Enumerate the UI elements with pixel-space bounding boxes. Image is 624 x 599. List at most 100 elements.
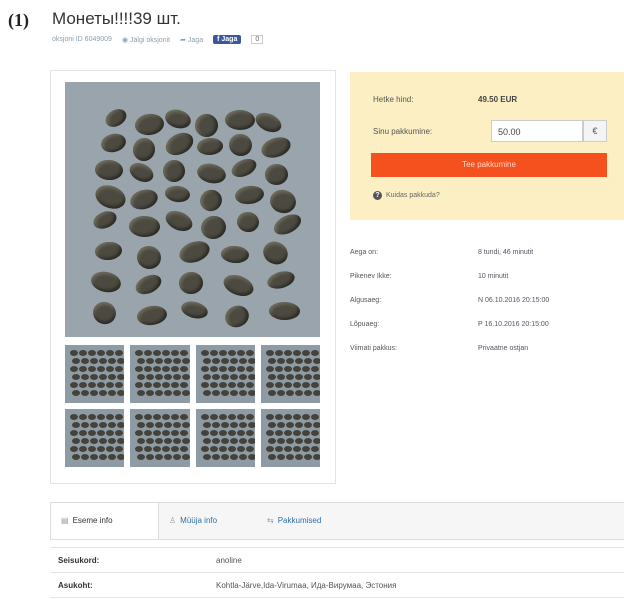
coin-image — [276, 438, 285, 444]
coin-image — [180, 350, 189, 356]
coin-image — [301, 414, 310, 420]
current-price-value: 49.50 EUR — [478, 95, 518, 104]
coin-image — [312, 438, 320, 444]
eye-icon: ◉ — [121, 36, 129, 44]
coin-image — [312, 390, 320, 396]
coin-image — [90, 454, 98, 460]
coin-image — [72, 390, 80, 396]
coin-image — [72, 454, 80, 460]
coin-image — [303, 358, 312, 364]
watch-link[interactable]: ◉ Jälgi oksjonit — [122, 36, 170, 44]
coin-image — [182, 390, 190, 396]
coin-image — [115, 446, 123, 452]
coin-image — [245, 382, 254, 388]
coin-image — [171, 366, 180, 372]
share-link[interactable]: ➦ Jaga — [180, 36, 203, 44]
coin-image — [88, 414, 96, 420]
coin-image — [229, 422, 238, 428]
coin-image — [274, 446, 283, 452]
coin-image — [285, 390, 294, 396]
detail-label: Asukoht: — [58, 580, 93, 590]
thumbnail[interactable] — [65, 409, 125, 467]
thumbnail[interactable] — [65, 345, 125, 403]
coin-image — [301, 382, 310, 388]
coin-image — [126, 159, 157, 186]
coin-image — [115, 382, 123, 388]
coin-image — [132, 271, 165, 298]
thumbnail-strip — [65, 345, 320, 467]
info-row: Algusaeg: N 06.10.2016 20:15:00 — [350, 288, 624, 312]
coin-image — [312, 454, 320, 460]
thumbnail[interactable] — [260, 345, 320, 403]
tab-seller-info[interactable]: ♙ Müüja info — [159, 503, 255, 539]
listing-meta: oksjoni ID 6049009 ◉ Jälgi oksjonit ➦ Ja… — [52, 35, 264, 44]
coin-image — [202, 454, 211, 460]
tab-label: Müüja info — [180, 516, 218, 525]
coin-image — [227, 382, 236, 388]
coin-image — [292, 350, 301, 356]
coin-image — [180, 430, 189, 436]
thumbnail[interactable] — [130, 409, 190, 467]
coin-image — [144, 430, 153, 436]
coin-image — [90, 374, 98, 380]
coin-image — [155, 358, 164, 364]
coin-image — [137, 374, 146, 380]
coin-image — [310, 350, 319, 356]
coin-image — [267, 422, 276, 428]
coin-image — [106, 366, 114, 372]
coin-image — [310, 430, 319, 436]
coin-image — [135, 366, 144, 372]
facebook-share-button[interactable]: f Jaga — [213, 35, 242, 44]
coin-image — [265, 268, 297, 292]
your-bid-label: Sinu pakkumine: — [373, 127, 433, 136]
info-label: Algusaeg: — [350, 296, 382, 304]
item-id: oksjoni ID 6049009 — [52, 36, 112, 43]
thumbnail[interactable] — [260, 409, 320, 467]
coin-image — [72, 438, 80, 444]
coin-image — [153, 382, 162, 388]
coin-image — [162, 207, 196, 235]
coin-image — [108, 454, 116, 460]
coin-image — [196, 185, 226, 216]
how-to-bid-link[interactable]: ? Kuidas pakkuda? — [373, 191, 440, 200]
coin-image — [81, 374, 89, 380]
coin-image — [283, 430, 292, 436]
coin-image — [173, 454, 182, 460]
tab-bids[interactable]: ⇆ Pakkumised — [257, 503, 367, 539]
coin-image — [97, 366, 105, 372]
item-details-table: Seisukord: anoline Asukoht: Kohtla-Järve… — [50, 547, 624, 598]
facebook-icon: f — [217, 36, 220, 43]
coin-image — [99, 374, 107, 380]
thumbnail[interactable] — [130, 345, 190, 403]
coin-image — [155, 390, 164, 396]
coin-image — [294, 374, 303, 380]
place-bid-button[interactable]: Tee pakkumine — [371, 153, 607, 177]
info-row: Pikenev Ikke: 10 minutit — [350, 264, 624, 288]
coin-image — [292, 366, 301, 372]
coin-image — [245, 350, 254, 356]
coin-image — [274, 414, 283, 420]
coin-image — [99, 390, 107, 396]
listing-title: Монеты!!!!39 шт. — [52, 9, 181, 28]
coin-image — [79, 382, 87, 388]
coin-image — [209, 414, 218, 420]
coin-image — [117, 390, 125, 396]
coin-image — [211, 390, 220, 396]
coin-image — [162, 366, 171, 372]
coin-image — [310, 414, 319, 420]
info-label: Lõpuaeg: — [350, 320, 380, 328]
thumbnail[interactable] — [195, 409, 255, 467]
tab-item-info[interactable]: ▤ Eseme info — [51, 503, 159, 539]
question-icon: ? — [373, 191, 382, 200]
info-value: Privaatne ostjan — [478, 344, 529, 352]
coin-image — [220, 245, 250, 264]
detail-value: Kohtla-Järve,Ida-Virumaa, Ида-Вирумаа, Э… — [216, 580, 397, 590]
coin-image — [134, 242, 164, 273]
coin-image — [245, 366, 254, 372]
how-to-bid-label: Kuidas pakkuda? — [386, 192, 440, 199]
coin-image — [209, 366, 218, 372]
thumbnail[interactable] — [195, 345, 255, 403]
bid-amount-input[interactable]: 50.00 — [491, 120, 583, 142]
coin-image — [191, 110, 222, 141]
main-photo[interactable] — [65, 82, 320, 337]
